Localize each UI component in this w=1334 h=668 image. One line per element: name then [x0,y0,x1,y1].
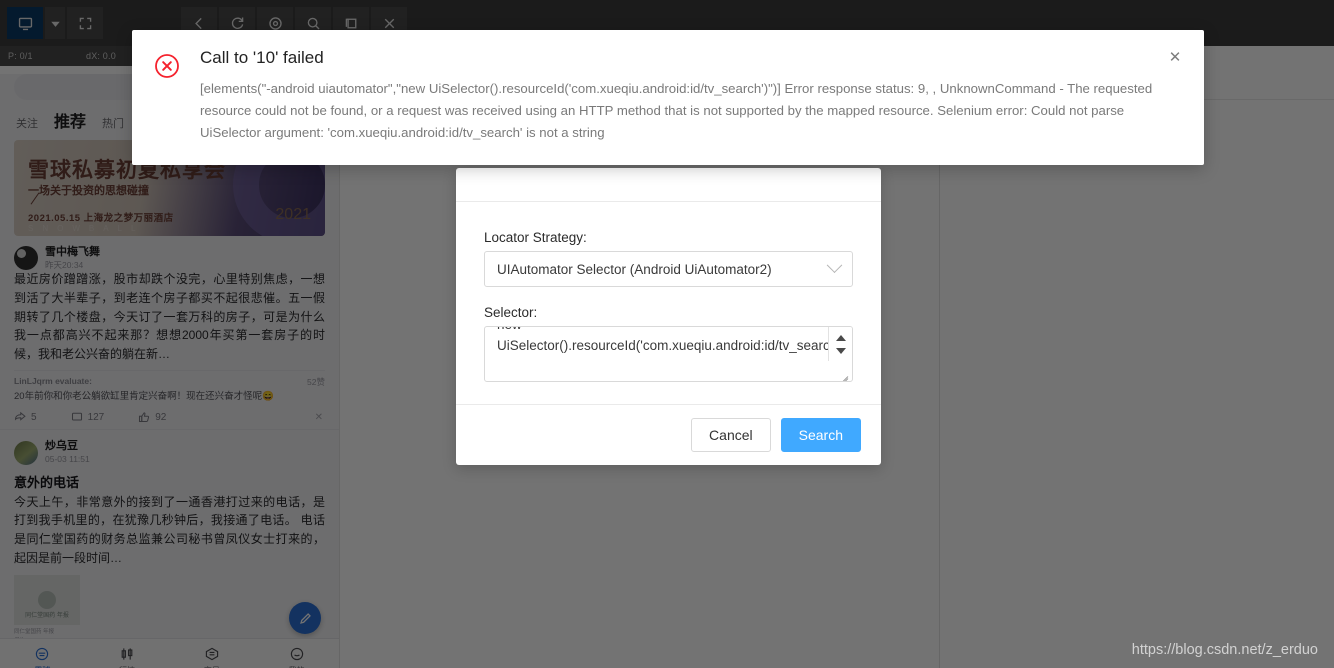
app-root: P: 0/1 dX: 0.0 dY: 0.0 关注 推荐 热门 [0,0,1334,668]
search-element-modal: Locator Strategy: UIAutomator Selector (… [456,168,881,465]
error-notification: Call to '10' failed [elements("-android … [132,30,1204,165]
modal-footer: Cancel Search [456,404,881,465]
selector-label: Selector: [484,305,538,320]
field-gap [484,287,853,305]
watermark: https://blog.csdn.net/z_erduo [1131,642,1318,658]
chevron-down-icon [826,256,843,273]
spinner-up-icon[interactable] [835,334,846,341]
notification-title: Call to '10' failed [200,48,324,67]
resize-grip-icon[interactable] [836,366,850,381]
locator-strategy-select[interactable]: UIAutomator Selector (Android UiAutomato… [484,251,853,287]
locator-strategy-label: Locator Strategy: [484,230,587,245]
cancel-button[interactable]: Cancel [691,418,771,452]
error-circle-icon [155,54,179,78]
selector-value: new UiSelector().resourceId('com.xueqiu.… [497,327,828,353]
modal-body: Locator Strategy: UIAutomator Selector (… [456,202,881,404]
selector-textarea[interactable]: new UiSelector().resourceId('com.xueqiu.… [484,326,853,382]
notification-close-button[interactable]: ✕ [1164,46,1186,68]
selector-spinner[interactable] [828,327,852,361]
spinner-down-icon[interactable] [835,347,846,354]
modal-header [456,168,881,202]
search-button[interactable]: Search [780,418,861,452]
locator-strategy-value: UIAutomator Selector (Android UiAutomato… [497,261,772,277]
notification-message: [elements("-android uiautomator","new Ui… [200,81,1153,141]
notification-content: Call to '10' failed [elements("-android … [200,48,1182,145]
notification-icon-wrap [154,48,180,145]
